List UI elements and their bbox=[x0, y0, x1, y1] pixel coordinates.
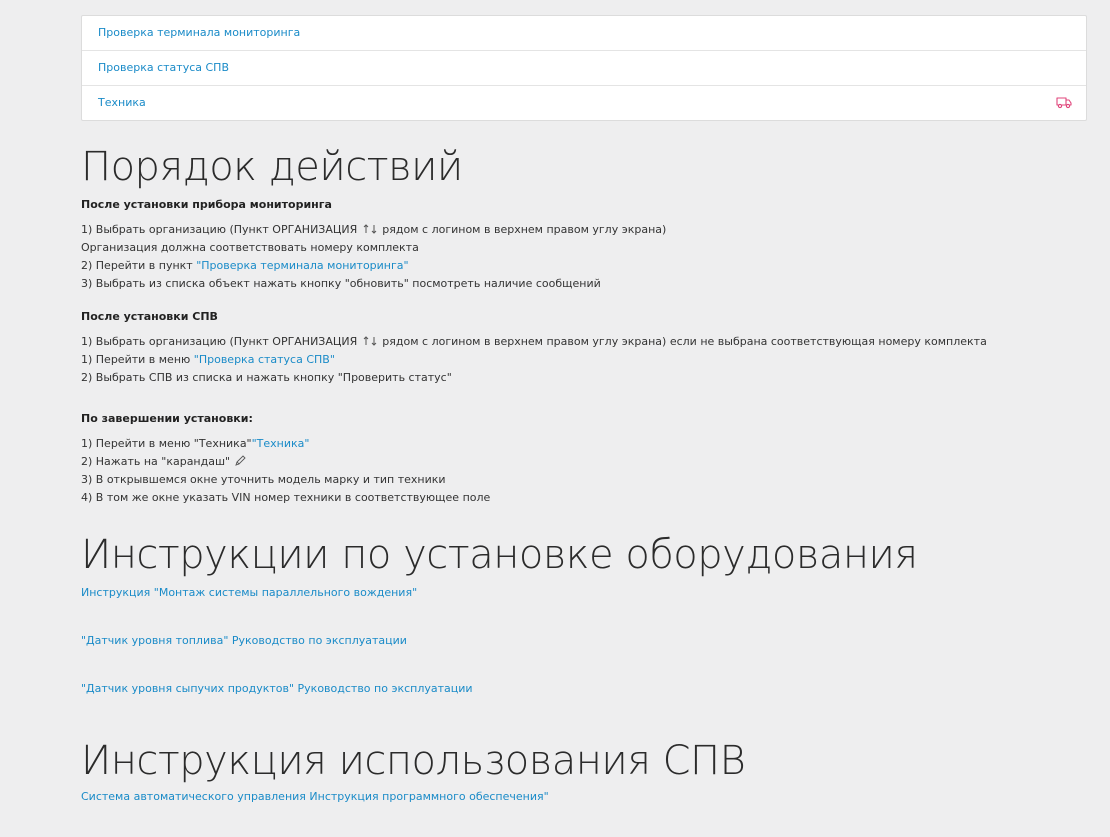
menu-item-spv-status-check[interactable]: Проверка статуса СПВ bbox=[82, 51, 1086, 86]
menu-item-label: Проверка статуса СПВ bbox=[98, 61, 229, 74]
instruction-line: 1) Перейти в меню "Проверка статуса СПВ" bbox=[81, 353, 335, 366]
instruction-line: 2) Выбрать СПВ из списка и нажать кнопку… bbox=[81, 371, 452, 384]
instruction-line: 3) В открывшемся окне уточнить модель ма… bbox=[81, 473, 446, 486]
subheading-after-spv-install: После установки СПВ bbox=[81, 310, 218, 323]
main-content: Порядок действий После установки прибора… bbox=[81, 141, 1091, 837]
doc-link-auto-steering-software[interactable]: Система автоматического управления Инстр… bbox=[81, 789, 1091, 805]
instruction-line: Организация должна соответствовать номер… bbox=[81, 241, 419, 254]
section-title-install-instructions: Инструкции по установке оборудования bbox=[81, 532, 918, 578]
doc-link-bulk-sensor-manual[interactable]: "Датчик уровня сыпучих продуктов" Руково… bbox=[81, 681, 1091, 697]
instruction-line: 1) Перейти в меню "Техника""Техника" bbox=[81, 437, 310, 450]
section-title-spv-usage: Инструкция использования СПВ bbox=[81, 738, 746, 784]
subheading-after-monitoring-install: После установки прибора мониторинга bbox=[81, 198, 332, 211]
nav-menu: Проверка терминала мониторинга Проверка … bbox=[81, 15, 1087, 121]
link-spv-status-check[interactable]: "Проверка статуса СПВ" bbox=[194, 353, 335, 366]
instruction-line: 1) Выбрать организацию (Пункт ОРГАНИЗАЦИ… bbox=[81, 223, 667, 236]
swap-icon bbox=[363, 336, 377, 346]
link-monitoring-terminal-check[interactable]: "Проверка терминала мониторинга" bbox=[196, 259, 408, 272]
pencil-icon bbox=[234, 455, 246, 466]
menu-item-label: Проверка терминала мониторинга bbox=[98, 26, 301, 39]
instruction-line: 4) В том же окне указать VIN номер техни… bbox=[81, 491, 491, 504]
instruction-line: 2) Перейти в пункт "Проверка терминала м… bbox=[81, 259, 409, 272]
menu-item-label: Техника bbox=[98, 96, 146, 109]
truck-icon bbox=[1056, 97, 1072, 109]
doc-link-fuel-sensor-manual[interactable]: "Датчик уровня топлива" Руководство по э… bbox=[81, 633, 1091, 649]
link-vehicles[interactable]: "Техника" bbox=[252, 437, 310, 450]
instruction-line: 1) Выбрать организацию (Пункт ОРГАНИЗАЦИ… bbox=[81, 335, 987, 348]
instruction-line: 2) Нажать на "карандаш" bbox=[81, 453, 1091, 471]
section-title-procedure: Порядок действий bbox=[81, 144, 463, 190]
doc-link-parallel-driving-install[interactable]: Инструкция "Монтаж системы параллельного… bbox=[81, 585, 1091, 601]
instruction-line: 3) Выбрать из списка объект нажать кнопк… bbox=[81, 277, 601, 290]
subheading-after-install-complete: По завершении установки: bbox=[81, 412, 253, 425]
swap-icon bbox=[363, 224, 377, 234]
menu-item-monitoring-terminal-check[interactable]: Проверка терминала мониторинга bbox=[82, 16, 1086, 51]
menu-item-vehicles[interactable]: Техника bbox=[82, 86, 1086, 120]
